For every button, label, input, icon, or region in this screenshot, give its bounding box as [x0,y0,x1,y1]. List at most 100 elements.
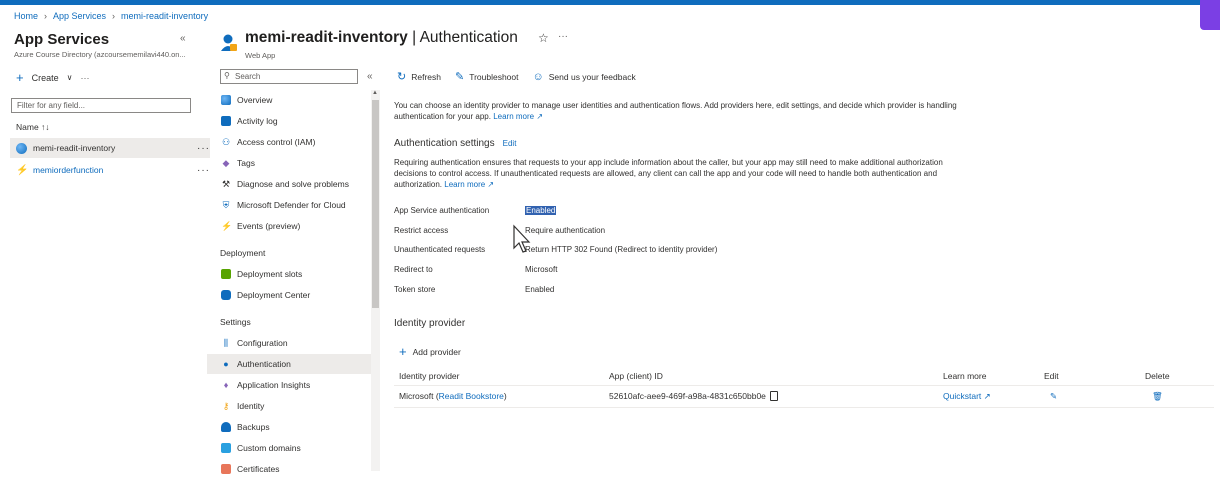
scroll-up-icon[interactable]: ▲ [372,90,378,96]
menu-item-iam[interactable]: ⚇ Access control (IAM) [207,132,371,152]
setting-row: Unauthenticated requests Return HTTP 302 … [394,245,994,254]
refresh-label: Refresh [411,71,441,82]
breadcrumb-resource[interactable]: memi-readit-inventory [121,11,208,21]
web-app-icon [16,142,27,154]
menu-item-events[interactable]: ⚡ Events (preview) [207,216,371,236]
certificate-icon [221,464,231,474]
wrench-icon: ⚒ [221,179,231,189]
learn-more-link[interactable]: Learn more [493,112,534,121]
command-bar: ↻ Refresh ✎ Troubleshoot ☺ Send us your fee… [397,70,636,84]
create-button[interactable]: Create [32,73,59,83]
shield-icon: ⛨ [222,200,230,210]
feedback-button[interactable]: ☺ Send us your feedback [533,71,636,83]
scroll-thumb[interactable] [372,100,379,308]
menu-item-identity[interactable]: ⚷ Identity [207,396,371,416]
feedback-tab[interactable] [1200,0,1220,30]
setting-key: App Service authentication [394,206,490,215]
list-item[interactable]: ⚡ memiorderfunction ··· [10,160,210,180]
menu-item-label: Tags [237,158,255,168]
menu-item-configuration[interactable]: ⫼ Configuration [207,333,371,353]
setting-value: Enabled [525,285,555,294]
provider-app-link[interactable]: Readit Bookstore [439,391,504,401]
menu-item-label: Identity [237,401,265,411]
setting-row: Restrict access Require authentication [394,226,994,235]
feedback-icon: ☺ [532,70,544,83]
menu-search-input[interactable]: Search [220,69,358,84]
breadcrumb-home[interactable]: Home [14,11,38,21]
wrench-icon: ✎ [454,71,465,83]
chevron-right-icon: › [44,11,48,21]
log-icon [221,116,231,126]
column-header: App (client) ID [609,371,663,381]
name-column-header[interactable]: Name ↑↓ [16,122,50,132]
setting-row: Redirect to Microsoft [394,265,994,274]
globe-icon [221,95,231,105]
refresh-button[interactable]: ↻ Refresh [397,70,441,83]
plus-icon: + [16,70,24,85]
list-item[interactable]: memi-readit-inventory ··· [10,138,210,158]
edit-auth-settings-link[interactable]: Edit [503,139,517,148]
key-icon: ⚷ [222,401,230,411]
user-icon: ● [223,359,229,369]
menu-item-overview[interactable]: Overview [207,90,371,110]
client-id-cell: 52610afc-aee9-469f-a98a-4831c650bb0e [609,391,778,401]
filter-input[interactable]: Filter for any field... [11,98,191,113]
collapse-icon[interactable]: « [367,71,373,82]
troubleshoot-button[interactable]: ✎ Troubleshoot [455,70,519,83]
chevron-down-icon[interactable]: ∨ [67,73,73,82]
menu-item-label: Deployment slots [237,269,303,279]
menu-item-deployment-slots[interactable]: Deployment slots [207,264,371,284]
section-deployment: Deployment [220,248,266,258]
setting-key: Token store [394,285,436,294]
menu-item-defender[interactable]: ⛨ Microsoft Defender for Cloud [207,195,371,215]
pencil-icon[interactable]: ✎ [1050,391,1057,402]
trash-icon[interactable]: 🗑 [1152,391,1163,402]
quickstart-link[interactable]: Quickstart [943,391,981,401]
menu-item-authentication[interactable]: ● Authentication [207,354,371,374]
learn-more-link[interactable]: Learn more [444,180,485,189]
menu-item-label: Diagnose and solve problems [237,179,349,189]
setting-value: Return HTTP 302 Found (Redirect to ident… [525,245,718,254]
column-header: Delete [1145,371,1170,381]
section-settings: Settings [220,317,251,327]
page-title: memi-readit-inventory | Authentication [245,29,518,47]
menu-item-activity-log[interactable]: Activity log [207,111,371,131]
copy-icon[interactable] [769,391,778,401]
portal-top-bar [0,0,1220,5]
star-icon[interactable]: ☆ [538,31,549,45]
menu-item-label: Overview [237,95,273,105]
more-icon[interactable]: ··· [558,31,568,42]
add-provider-button[interactable]: + Add provider [399,344,461,359]
menu-item-label: Deployment Center [237,290,311,300]
slots-icon [221,269,231,279]
learn-more-cell: Quickstart ↗ [943,391,991,402]
plus-icon: + [399,344,407,359]
cloud-icon [221,422,231,432]
feedback-label: Send us your feedback [548,71,636,82]
troubleshoot-label: Troubleshoot [469,71,519,82]
breadcrumb-app-services[interactable]: App Services [53,11,106,21]
breadcrumb: Home › App Services › memi-readit-invent… [14,11,208,21]
menu-item-custom-domains[interactable]: Custom domains [207,438,371,458]
column-header: Edit [1044,371,1059,381]
menu-item-backups[interactable]: Backups [207,417,371,437]
column-header: Learn more [943,371,987,381]
menu-item-app-insights[interactable]: ♦ Application Insights [207,375,371,395]
menu-item-tags[interactable]: ◆ Tags [207,153,371,173]
setting-value: Require authentication [525,226,606,235]
user-auth-icon [221,34,237,51]
menu-item-label: Authentication [237,359,291,369]
resource-name: memi-readit-inventory [245,29,408,46]
setting-key: Restrict access [394,226,449,235]
directory-subtitle: Azure Course Directory (azcoursememilavi… [14,50,186,59]
auth-settings-heading: Authentication settings Edit [394,138,1214,149]
mouse-cursor-icon [513,224,531,253]
menu-item-certificates[interactable]: Certificates [207,459,371,479]
resource-type: Web App [245,51,276,60]
sliders-icon: ⫼ [223,338,229,348]
more-icon[interactable]: ··· [80,73,89,83]
menu-item-diagnose[interactable]: ⚒ Diagnose and solve problems [207,174,371,194]
collapse-icon[interactable]: « [180,33,186,44]
create-toolbar: + Create ∨ ··· [16,70,89,85]
menu-item-deployment-center[interactable]: Deployment Center [207,285,371,305]
